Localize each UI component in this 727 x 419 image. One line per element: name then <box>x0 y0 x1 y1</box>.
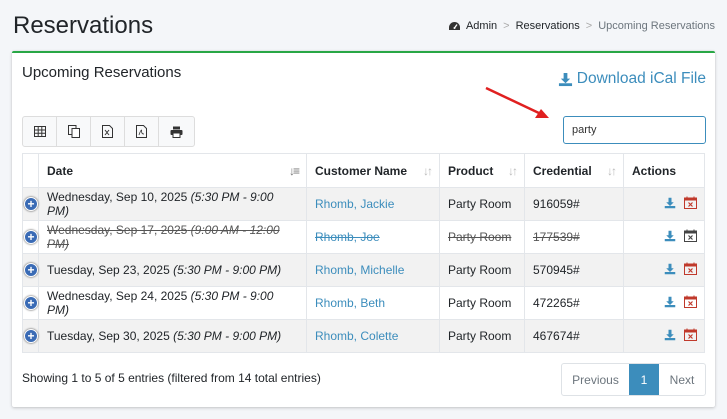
sort-icon: ↓↑ <box>508 164 518 178</box>
download-icon[interactable] <box>664 197 676 212</box>
cancel-calendar-icon <box>684 229 697 245</box>
pagination: Previous 1 Next <box>561 363 706 396</box>
date-cell: Wednesday, Sep 17, 2025 (9:00 AM - 12:00… <box>38 220 307 254</box>
breadcrumb-separator: > <box>585 20 593 32</box>
credential-cell: 177539# <box>524 220 624 254</box>
row-control: + <box>22 253 39 287</box>
download-ical-label: Download iCal File <box>576 70 706 87</box>
card-title: Upcoming Reservations <box>22 64 182 81</box>
download-ical-link[interactable]: Download iCal File <box>558 70 706 88</box>
header-customer[interactable]: Customer Name ↓↑ <box>306 153 440 188</box>
table-row: + Wednesday, Sep 24, 2025 (5:30 PM - 9:0… <box>22 286 705 320</box>
header-date[interactable]: Date ↓≡ <box>38 153 307 188</box>
sort-icon: ↓↑ <box>423 164 433 178</box>
cancel-calendar-icon[interactable] <box>684 295 697 311</box>
customer-link[interactable]: Rhomb, Michelle <box>306 253 440 287</box>
credential-cell: 467674# <box>524 319 624 353</box>
excel-icon <box>102 125 113 138</box>
header-product[interactable]: Product ↓↑ <box>439 153 525 188</box>
credential-cell: 916059# <box>524 187 624 221</box>
table-row: + Wednesday, Sep 17, 2025 (9:00 AM - 12:… <box>22 220 705 254</box>
cancel-calendar-icon[interactable] <box>684 262 697 278</box>
expand-row-icon[interactable]: + <box>24 296 38 310</box>
expand-row-icon[interactable]: + <box>24 230 38 244</box>
column-visibility-button[interactable] <box>23 117 57 146</box>
customer-link[interactable]: Rhomb, Jackie <box>306 187 440 221</box>
header-actions: Actions <box>623 153 705 188</box>
cancel-calendar-icon[interactable] <box>684 196 697 212</box>
download-icon[interactable] <box>664 329 676 344</box>
download-icon[interactable] <box>664 296 676 311</box>
header-credential[interactable]: Credential ↓↑ <box>524 153 624 188</box>
search-input[interactable] <box>563 116 706 144</box>
annotation-arrow <box>485 86 549 118</box>
download-icon[interactable] <box>664 230 676 245</box>
next-page-button[interactable]: Next <box>659 364 705 395</box>
customer-link[interactable]: Rhomb, Joe <box>306 220 440 254</box>
download-icon[interactable] <box>664 263 676 278</box>
page-1-button[interactable]: 1 <box>629 364 659 395</box>
table-icon <box>33 126 46 137</box>
row-control: + <box>22 220 39 254</box>
customer-link[interactable]: Rhomb, Colette <box>306 319 440 353</box>
pdf-icon <box>136 125 147 138</box>
credential-cell: 570945# <box>524 253 624 287</box>
expand-row-icon[interactable]: + <box>24 263 38 277</box>
copy-button[interactable] <box>57 117 91 146</box>
product-cell: Party Room <box>439 220 525 254</box>
reservations-card: Upcoming Reservations Download iCal File… <box>12 51 715 407</box>
actions-cell <box>623 319 705 353</box>
table-row: + Tuesday, Sep 30, 2025 (5:30 PM - 9:00 … <box>22 319 705 353</box>
row-control: + <box>22 187 39 221</box>
product-cell: Party Room <box>439 187 525 221</box>
sort-desc-icon: ↓≡ <box>288 164 300 178</box>
copy-icon <box>67 125 80 138</box>
product-cell: Party Room <box>439 319 525 353</box>
table-info: Showing 1 to 5 of 5 entries (filtered fr… <box>22 371 321 385</box>
date-cell: Tuesday, Sep 30, 2025 (5:30 PM - 9:00 PM… <box>38 319 307 353</box>
reservations-table: Date ↓≡ Customer Name ↓↑ Product ↓↑ Credent… <box>22 153 705 353</box>
print-button[interactable] <box>159 117 194 146</box>
cancel-calendar-icon[interactable] <box>684 328 697 344</box>
expand-row-icon[interactable]: + <box>24 197 38 211</box>
excel-button[interactable] <box>91 117 125 146</box>
date-cell: Wednesday, Sep 10, 2025 (5:30 PM - 9:00 … <box>38 187 307 221</box>
breadcrumb-admin[interactable]: Admin <box>466 20 497 32</box>
dashboard-gauge-icon <box>448 21 461 32</box>
table-row: + Tuesday, Sep 23, 2025 (5:30 PM - 9:00 … <box>22 253 705 287</box>
print-icon <box>170 126 183 138</box>
actions-cell <box>623 220 705 254</box>
date-cell: Wednesday, Sep 24, 2025 (5:30 PM - 9:00 … <box>38 286 307 320</box>
header-control <box>22 153 39 188</box>
sort-icon: ↓↑ <box>607 164 617 178</box>
date-cell: Tuesday, Sep 23, 2025 (5:30 PM - 9:00 PM… <box>38 253 307 287</box>
page-title: Reservations <box>13 12 154 39</box>
pdf-button[interactable] <box>125 117 159 146</box>
product-cell: Party Room <box>439 253 525 287</box>
actions-cell <box>623 286 705 320</box>
breadcrumb-current: Upcoming Reservations <box>598 20 715 32</box>
breadcrumb: Admin > Reservations > Upcoming Reservat… <box>448 20 715 32</box>
export-button-group <box>22 116 195 147</box>
row-control: + <box>22 319 39 353</box>
table-header-row: Date ↓≡ Customer Name ↓↑ Product ↓↑ Credent… <box>22 153 705 188</box>
actions-cell <box>623 253 705 287</box>
expand-row-icon[interactable]: + <box>24 329 38 343</box>
previous-page-button[interactable]: Previous <box>562 364 629 395</box>
customer-link[interactable]: Rhomb, Beth <box>306 286 440 320</box>
credential-cell: 472265# <box>524 286 624 320</box>
product-cell: Party Room <box>439 286 525 320</box>
breadcrumb-reservations[interactable]: Reservations <box>516 20 580 32</box>
row-control: + <box>22 286 39 320</box>
breadcrumb-separator: > <box>503 20 510 32</box>
download-icon <box>558 72 572 86</box>
actions-cell <box>623 187 705 221</box>
table-row: + Wednesday, Sep 10, 2025 (5:30 PM - 9:0… <box>22 187 705 221</box>
